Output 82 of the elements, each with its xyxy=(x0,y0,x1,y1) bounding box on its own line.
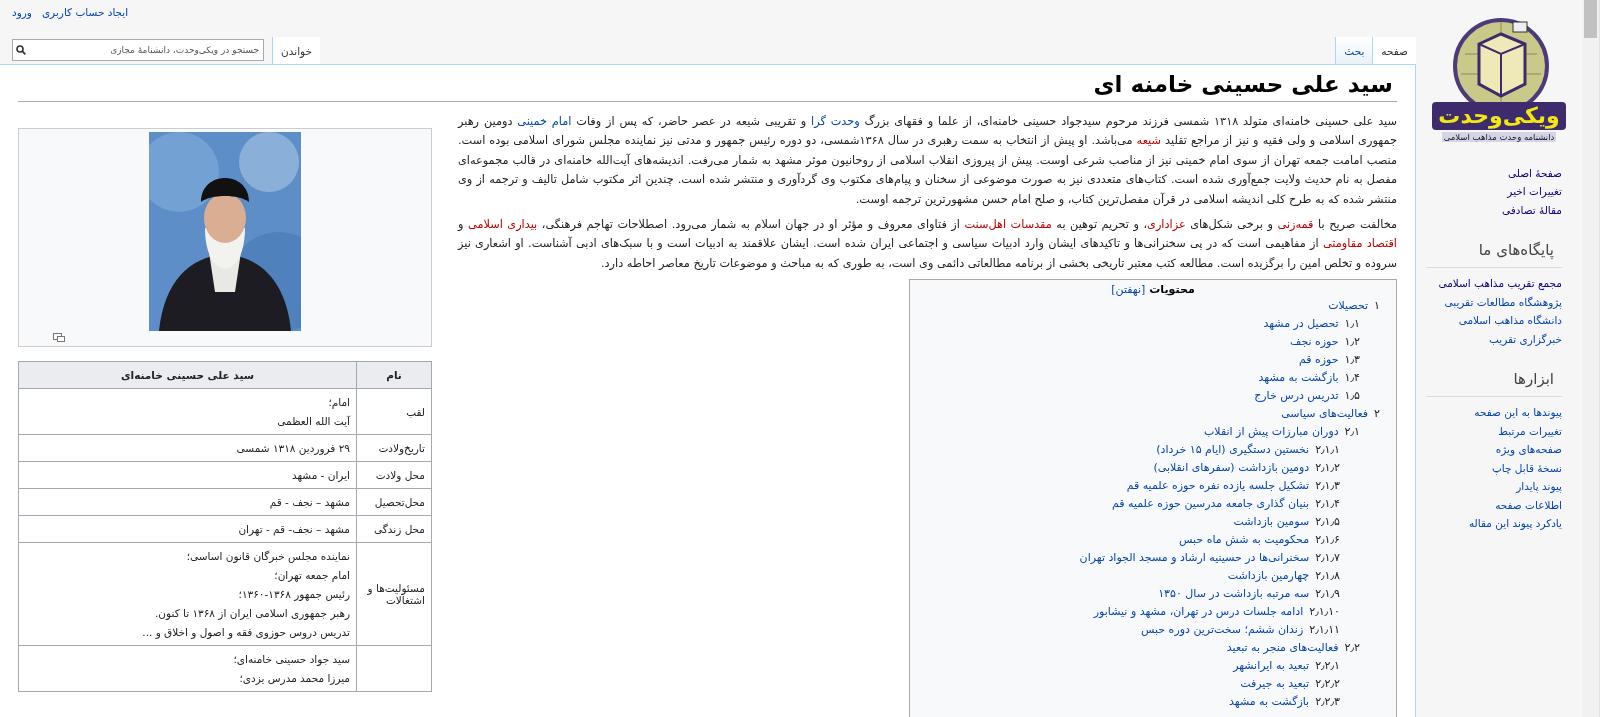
page-title: سید علی حسینی خامنه ای xyxy=(18,71,1397,102)
table-cell-text: میرزا محمد مدرس یزدی؛ xyxy=(238,671,350,686)
page-tab[interactable]: بحث xyxy=(1335,37,1373,64)
table-cell: مسئولیت‌ها و اشتغالات xyxy=(356,542,432,646)
table-cell-text: رهبر جمهوری اسلامی ایران از ۱۳۶۸ تا کنون. xyxy=(154,606,350,621)
account-link[interactable]: ورود xyxy=(12,6,32,18)
toc-link[interactable]: ۲٫۲٫۳ بازگشت به مشهد xyxy=(1229,693,1340,712)
sidebar-link[interactable]: مقالهٔ تصادفی xyxy=(1502,200,1562,219)
toc-link[interactable]: ۲٫۱٫۵ سومین بازداشت xyxy=(1233,513,1340,532)
link[interactable]: امام خمینی xyxy=(517,115,572,128)
toc-link[interactable]: ۲٫۱٫۳ تشکیل جلسه یازده نفره حوزه علمیه قم xyxy=(1126,477,1340,496)
sidebar-link[interactable]: اطلاعات صفحه xyxy=(1495,495,1562,514)
table-cell-text: ۲۹ فروردین ۱۳۱۸ شمسی xyxy=(235,441,350,456)
sidebar-link[interactable]: پژوهشگاه مطالعات تقریبی xyxy=(1444,292,1562,311)
toc-link[interactable]: ۲٫۲ فعالیت‌های منجر به تبعید xyxy=(1226,639,1360,658)
table-cell-text: امام جمعه تهران؛ xyxy=(273,568,350,583)
toc-link[interactable]: ۲٫۱٫۴ بنیان گذاری جامعه مدرسین حوزه علمیه قم xyxy=(1111,495,1340,514)
toc-link[interactable]: ۱ تحصیلات xyxy=(1328,297,1380,316)
sidebar-link[interactable]: نسخهٔ قابل چاپ xyxy=(1491,458,1562,477)
toc-link[interactable]: ۲٫۱٫۱۱ زندان ششم؛ سخت‌ترین دوره حبس xyxy=(1141,621,1340,640)
toc-toggle-link[interactable]: [نهفتن] xyxy=(1111,283,1146,297)
toc-link[interactable]: ۲٫۱٫۲ دومین بازداشت (سفرهای انقلابی) xyxy=(1153,459,1340,478)
enlarge-icon[interactable] xyxy=(53,333,65,342)
table-cell-text: سید جواد حسینی خامنه‌ای؛ xyxy=(232,652,350,667)
sidebar-link[interactable]: پیوند پایدار xyxy=(1516,477,1562,496)
link[interactable]: شیعه xyxy=(1136,134,1161,148)
header-cell: نام xyxy=(356,361,432,389)
toc-link[interactable]: ۲٫۱٫۷ سخنرانی‌ها در حسینیه ارشاد و مسجد الجواد تهران xyxy=(1079,549,1340,568)
sidebar-link[interactable]: تغییرات اخیر xyxy=(1507,182,1562,201)
toc-title: محتویات xyxy=(1149,283,1195,297)
sidebar-link[interactable]: دانشگاه مذاهب اسلامی xyxy=(1458,311,1562,330)
search-field[interactable]: جستجو در ویکی‌وحدت، دانشنامهٔ مجازی xyxy=(12,39,264,61)
sidebar-link[interactable]: صفحه‌های ویژه xyxy=(1495,440,1562,459)
link[interactable]: عزاداری xyxy=(1147,218,1186,232)
header-cell: سید علی حسینی خامنه‌ای xyxy=(18,361,357,389)
table-cell: محل ولادت xyxy=(356,461,432,489)
search-icon[interactable] xyxy=(15,44,27,56)
table-cell: لقب xyxy=(356,388,432,435)
table-cell-text: مشهد – نجف - قم xyxy=(268,495,350,510)
table-cell-text: آیت الله العظمی xyxy=(276,414,350,429)
toc-link[interactable]: ۲٫۱ دوران مبارزات پیش از انقلاب xyxy=(1204,423,1360,442)
toc-link[interactable]: ۲٫۱٫۶ محکومیت به شش ماه حبس xyxy=(1179,531,1340,550)
toc-link[interactable]: ۲٫۱٫۱۰ ادامه جلسات درس در تهران، مشهد و نیشابور xyxy=(1093,603,1340,622)
scrollbar[interactable] xyxy=(1582,0,1600,717)
toc-link[interactable]: ۱٫۴ بازگشت به مشهد xyxy=(1258,369,1360,388)
table-cell: تاریخ‌ولادت xyxy=(356,434,432,462)
account-link[interactable]: ایجاد حساب کاربری xyxy=(41,6,129,18)
link[interactable]: اقتصاد مقاومتی xyxy=(1322,237,1397,251)
table-cell-text: نماینده مجلس خبرگان قانون اساسی؛ xyxy=(185,549,350,564)
paragraph: سید علی حسینی خامنه‌ای متولد ۱۳۱۸ شمسی فرزند مرحوم سیدجواد حسینی خامنه‌ای، از علما و فقهای بزرگ وحدت گرا و تقریبی شیعه در عصر حاضر، که پس از وفات امام خمینی دومین رهبر جمهوری اسلامی و ولی فقیه و نیز از مراجع تقلید شیعه می‌باشد. او پیش از انتخاب به سمت رهبری در سال ۱۳۶۸شمسی، دو دوره رئیس جمهور و مدتی نیز نماینده مجلس شورای اسلامی بوده است. منصب امامت جمعه تهران از سوی امام خمینی نیز از مناصب شرعی اوست. پیش از پیروزی انقلاب اسلامی از روحانیون موثر مشهد به شمار می‌رفت. اندیشه‌های آیت‌الله خامنه‌ای در قالب مجموعه‌ای مفصل به نام حدیث ولایت جمع‌آوری شده است. کتاب‌های متعددی نیز به صورت موضوعی از سخنان و پیام‌های مکتوب وی گردآوری و منتشر شده است. چندین اثر مکتوب شامل تالیف و ترجمه از وی منتشر شده که به طرح کلی اندیشه اسلامی در قرآن مفصل‌ترین کتاب، و صلح امام حسن مشهورترین ترجمه اوست. xyxy=(458,113,1397,208)
link[interactable]: قمه‌زنی xyxy=(1277,218,1314,232)
toc-link[interactable]: ۲٫۲٫۱ تبعید به ایرانشهر xyxy=(1233,657,1340,676)
table-cell: محل زندگی xyxy=(356,515,432,543)
sidebar-heading: ابزارها xyxy=(1426,370,1562,397)
page-tab[interactable]: صفحه xyxy=(1372,37,1416,65)
table-cell-text: مشهد – نجف- قم - تهران xyxy=(237,522,350,537)
sidebar-heading: پایگاه‌های ما xyxy=(1426,241,1562,268)
sidebar-link[interactable]: مجمع تقریب مذاهب اسلامی xyxy=(1438,274,1562,293)
toc-link[interactable]: ۲٫۲٫۲ تبعید به جیرفت xyxy=(1240,675,1340,694)
table-cell-text: تدریس دروس حوزوی فقه و اصول و اخلاق و ... xyxy=(141,625,350,640)
sidebar-link[interactable]: صفحهٔ اصلی xyxy=(1507,163,1562,182)
sidebar-link[interactable]: خبرگزاری تقریب xyxy=(1488,329,1562,348)
toc-link[interactable]: ۱٫۱ تحصیل در مشهد xyxy=(1263,315,1360,334)
link[interactable]: بیداری اسلامی xyxy=(468,218,538,232)
sidebar-link[interactable]: پیوندها به این صفحه xyxy=(1474,403,1562,422)
sidebar-link[interactable]: یادکرد پیوند این مقاله xyxy=(1468,514,1562,533)
toc-link[interactable]: ۱٫۵ تدریس درس خارج xyxy=(1254,387,1360,406)
table-cell: محل‌تحصیل xyxy=(356,488,432,516)
toc-link[interactable]: ۲٫۱٫۸ چهارمین بازداشت xyxy=(1227,567,1340,586)
link[interactable]: مقدسات اهل‌سنت xyxy=(964,218,1052,232)
table-cell-text: امام؛ xyxy=(327,395,350,410)
toc-link[interactable]: ۲ فعالیت‌های سیاسی xyxy=(1281,405,1380,424)
toc-link[interactable]: ۱٫۲ حوزه نجف xyxy=(1290,333,1360,352)
toc-link[interactable]: ۲٫۱٫۹ سه مرتبه بازداشت در سال ۱۳۵۰ xyxy=(1158,585,1340,604)
link[interactable]: وحدت گرا xyxy=(811,115,860,128)
toc-link[interactable]: ۲٫۱٫۱ نخستین دستگیری (ایام ۱۵ خرداد) xyxy=(1156,441,1340,460)
sidebar-link[interactable]: تغییرات مرتبط xyxy=(1498,421,1562,440)
view-tab[interactable]: خواندن xyxy=(272,37,320,65)
toc-link[interactable]: ۱٫۳ حوزه قم xyxy=(1298,351,1360,370)
paragraph: مخالفت صریح با قمه‌زنی و برخی شکل‌های عزاداری، و تحریم توهین به مقدسات اهل‌سنت از فتاوای معروف و مؤثر او در جهان اسلام به شمار می‌رود. اصطلاحات تهاجم فرهنگی، بیداری اسلامی و اقتصاد مقاومتی از مفاهیمی است که در پی سخنرانی‌ها و تاکیدهای ایشان وارد ادبیات سیاسی و اجتماعی ایران شده است. ایشان علاقمند به ادبیات است و با سبک‌های ادبی آشناست. او اشعاری نیز سروده و تخلص امین را برگزیده است. مطالعه کتب معتبر تاریخی بخشی از برنامه مطالعاتی دائمی وی است، به طوری که به مباحث و موضوعات تاریخ معاصر احاطه دارد. xyxy=(458,217,1397,272)
table-cell-text: رئیس جمهور ۱۳۶۸-۱۳۶۰؛ xyxy=(237,587,350,602)
table-cell-text: ایران - مشهد xyxy=(290,468,350,483)
